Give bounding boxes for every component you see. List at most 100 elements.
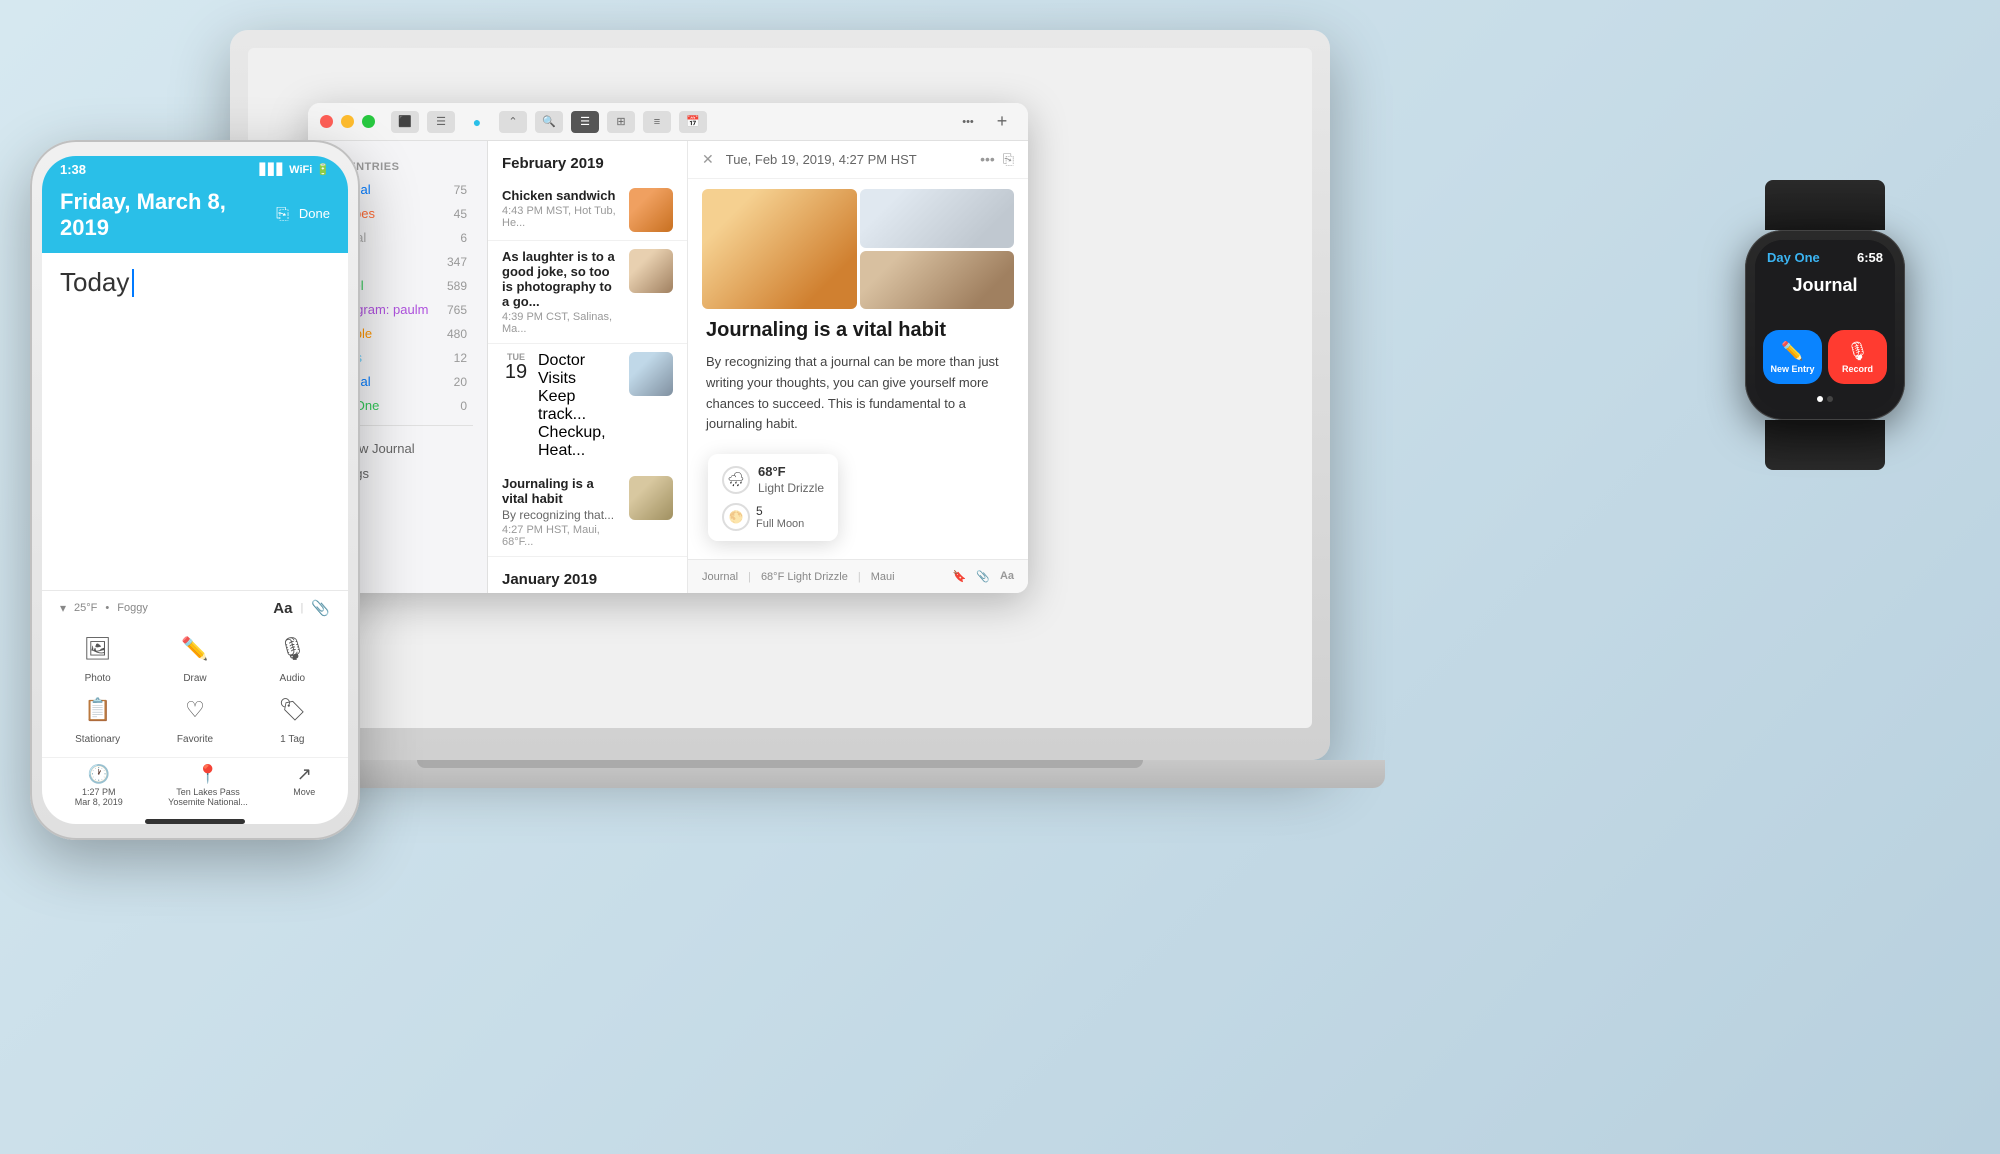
bookmark-icon[interactable]: 🔖 [953,570,967,583]
time-location-action[interactable]: 🕐 1:27 PMMar 8, 2019 [75,764,123,807]
record-icon: 🎙 [1846,341,1869,362]
laptop-hinge [417,760,1143,768]
calendar-view-icon[interactable]: 📅 [679,111,707,133]
entry-thumbnail-sandwich [629,188,673,232]
share-icon[interactable]: ⎘ [276,206,289,224]
entry-title: Doctor Visits [538,352,621,388]
statusbar-weather: 68°F Light Drizzle [761,571,848,583]
favorite-tool[interactable]: ♡ Favorite [149,690,240,745]
stationary-tool[interactable]: 📋 Stationary [52,690,143,745]
draw-tool[interactable]: ✏️ Draw [149,629,240,684]
audio-tool[interactable]: 🎙 Audio [247,629,338,684]
watch-dot-1 [1817,396,1823,402]
attach-button[interactable]: 📎 [311,599,330,617]
mac-toolbar: ⬛ ☰ ● ⌃ 🔍 ☰ ⊞ ≡ 📅 [391,111,707,133]
detail-body: By recognizing that a journal can be mor… [706,352,1010,435]
maximize-button[interactable] [362,115,375,128]
move-action[interactable]: ↗ Move [293,764,315,807]
font-icon[interactable]: Aa [1000,570,1014,583]
iphone-tools-grid: 🖼 Photo ✏️ Draw 🎙 Audio 📋 Stationary [52,625,338,749]
detail-date: Tue, Feb 19, 2019, 4:27 PM HST [726,152,972,167]
entry-item-doctor[interactable]: TUE 19 Doctor Visits Keep track... Check… [488,344,687,468]
mac-entry-list: February 2019 Chicken sandwich 4:43 PM M… [488,141,688,593]
watch-dot-2 [1827,396,1833,402]
move-label: Move [293,787,315,797]
detail-action-buttons: ••• ⎘ [980,151,1014,168]
iphone-statusbar: 1:38 ▋▋▋ WiFi 🔋 [42,156,348,181]
detail-image-main [702,189,857,309]
entry-title: As laughter is to a good joke, so too is… [502,249,621,309]
add-icon[interactable]: + [988,111,1016,133]
location-action[interactable]: 📍 Ten Lakes PassYosemite National... [168,764,248,807]
chevron-icon[interactable]: ▾ [60,601,66,615]
entry-meta: Checkup, Heat... [538,424,621,460]
mac-toolbar-right: ••• + [954,111,1016,133]
photo-tool[interactable]: 🖼 Photo [52,629,143,684]
filter-icon[interactable]: ☰ [427,111,455,133]
detail-statusbar: Journal | 68°F Light Drizzle | Maui 🔖 📎 … [688,559,1028,593]
text-cursor [132,269,134,297]
move-icon: ↗ [297,764,312,785]
minimize-button[interactable] [341,115,354,128]
status-time: 1:38 [60,162,86,177]
entry-item-journaling[interactable]: Journaling is a vital habit By recognizi… [488,468,687,557]
share-icon[interactable]: ⎘ [1003,151,1014,168]
record-label: Record [1842,364,1873,374]
status-icons: ▋▋▋ WiFi 🔋 [260,163,330,176]
search-icon[interactable]: 🔍 [535,111,563,133]
watch-time: 6:58 [1857,250,1883,265]
iphone-date: Friday, March 8, 2019 [60,189,276,241]
grid-view-icon[interactable]: ⊞ [607,111,635,133]
mac-content: All Entries Journal 75 Recipes 45 Medial… [308,141,1028,593]
circle-icon[interactable]: ● [463,111,491,133]
chevron-icon[interactable]: ⌃ [499,111,527,133]
iphone-bottom-row: 🕐 1:27 PMMar 8, 2019 📍 Ten Lakes PassYos… [42,757,348,813]
new-entry-icon: ✏️ [1781,341,1803,362]
iphone-body: 1:38 ▋▋▋ WiFi 🔋 Friday, March 8, 2019 ⎘ … [30,140,360,840]
wifi-icon: WiFi [289,164,312,176]
moon-icon: 🌕 [722,503,750,531]
statusbar-separator2: | [858,571,861,583]
laptop-screen: ⬛ ☰ ● ⌃ 🔍 ☰ ⊞ ≡ 📅 ••• + [248,48,1312,728]
entry-meta: 4:43 PM MST, Hot Tub, He... [502,205,621,229]
iphone-editor[interactable]: Today [42,253,348,590]
entry-meta: 4:27 PM HST, Maui, 68°F... [502,524,621,548]
photo-label: Photo [85,673,111,684]
watch-buttons: ✏️ New Entry 🎙 Record [1755,330,1895,384]
iphone-bottom-tools: ▾ 25°F • Foggy Aa | 📎 🖼 Photo [42,590,348,757]
audio-icon: 🎙 [272,629,312,669]
font-button[interactable]: Aa [273,600,292,617]
weather-cloud-icon: 🌧 [722,466,750,494]
entry-meta: 4:39 PM CST, Salinas, Ma... [502,311,621,335]
tag-tool[interactable]: 🏷 1 Tag [247,690,338,745]
entry-item-laughter[interactable]: As laughter is to a good joke, so too is… [488,241,687,344]
mac-detail-panel: ✕ Tue, Feb 19, 2019, 4:27 PM HST ••• ⎘ [688,141,1028,593]
watch-band-bottom [1765,420,1885,470]
time-label: 1:27 PMMar 8, 2019 [75,787,123,807]
entry-dom: 19 [502,362,530,382]
new-entry-label: New Entry [1770,364,1814,374]
february-header: February 2019 [488,141,687,180]
iphone: 1:38 ▋▋▋ WiFi 🔋 Friday, March 8, 2019 ⎘ … [30,140,360,840]
entry-item-sandwich[interactable]: Chicken sandwich 4:43 PM MST, Hot Tub, H… [488,180,687,241]
entry-title: Chicken sandwich [502,188,621,203]
battery-icon: 🔋 [316,163,330,176]
entry-thumbnail-journal [629,476,673,520]
home-indicator [145,819,245,824]
detail-close-button[interactable]: ✕ [702,151,714,168]
sidebar-toggle-icon[interactable]: ⬛ [391,111,419,133]
close-button[interactable] [320,115,333,128]
favorite-icon: ♡ [175,690,215,730]
timeline-view-icon[interactable]: ≡ [643,111,671,133]
iphone-header: Friday, March 8, 2019 ⎘ Done [42,181,348,253]
more-icon[interactable]: ••• [954,111,982,133]
attach-icon[interactable]: 📎 [976,570,990,583]
mac-titlebar: ⬛ ☰ ● ⌃ 🔍 ☰ ⊞ ≡ 📅 ••• + [308,103,1028,141]
watch-header: Day One 6:58 [1755,240,1895,271]
watch-record-button[interactable]: 🎙 Record [1828,330,1887,384]
more-options-icon[interactable]: ••• [980,151,995,168]
done-button[interactable]: Done [299,206,330,224]
list-view-icon[interactable]: ☰ [571,111,599,133]
watch-new-entry-button[interactable]: ✏️ New Entry [1763,330,1822,384]
detail-image-person2 [860,251,1015,310]
